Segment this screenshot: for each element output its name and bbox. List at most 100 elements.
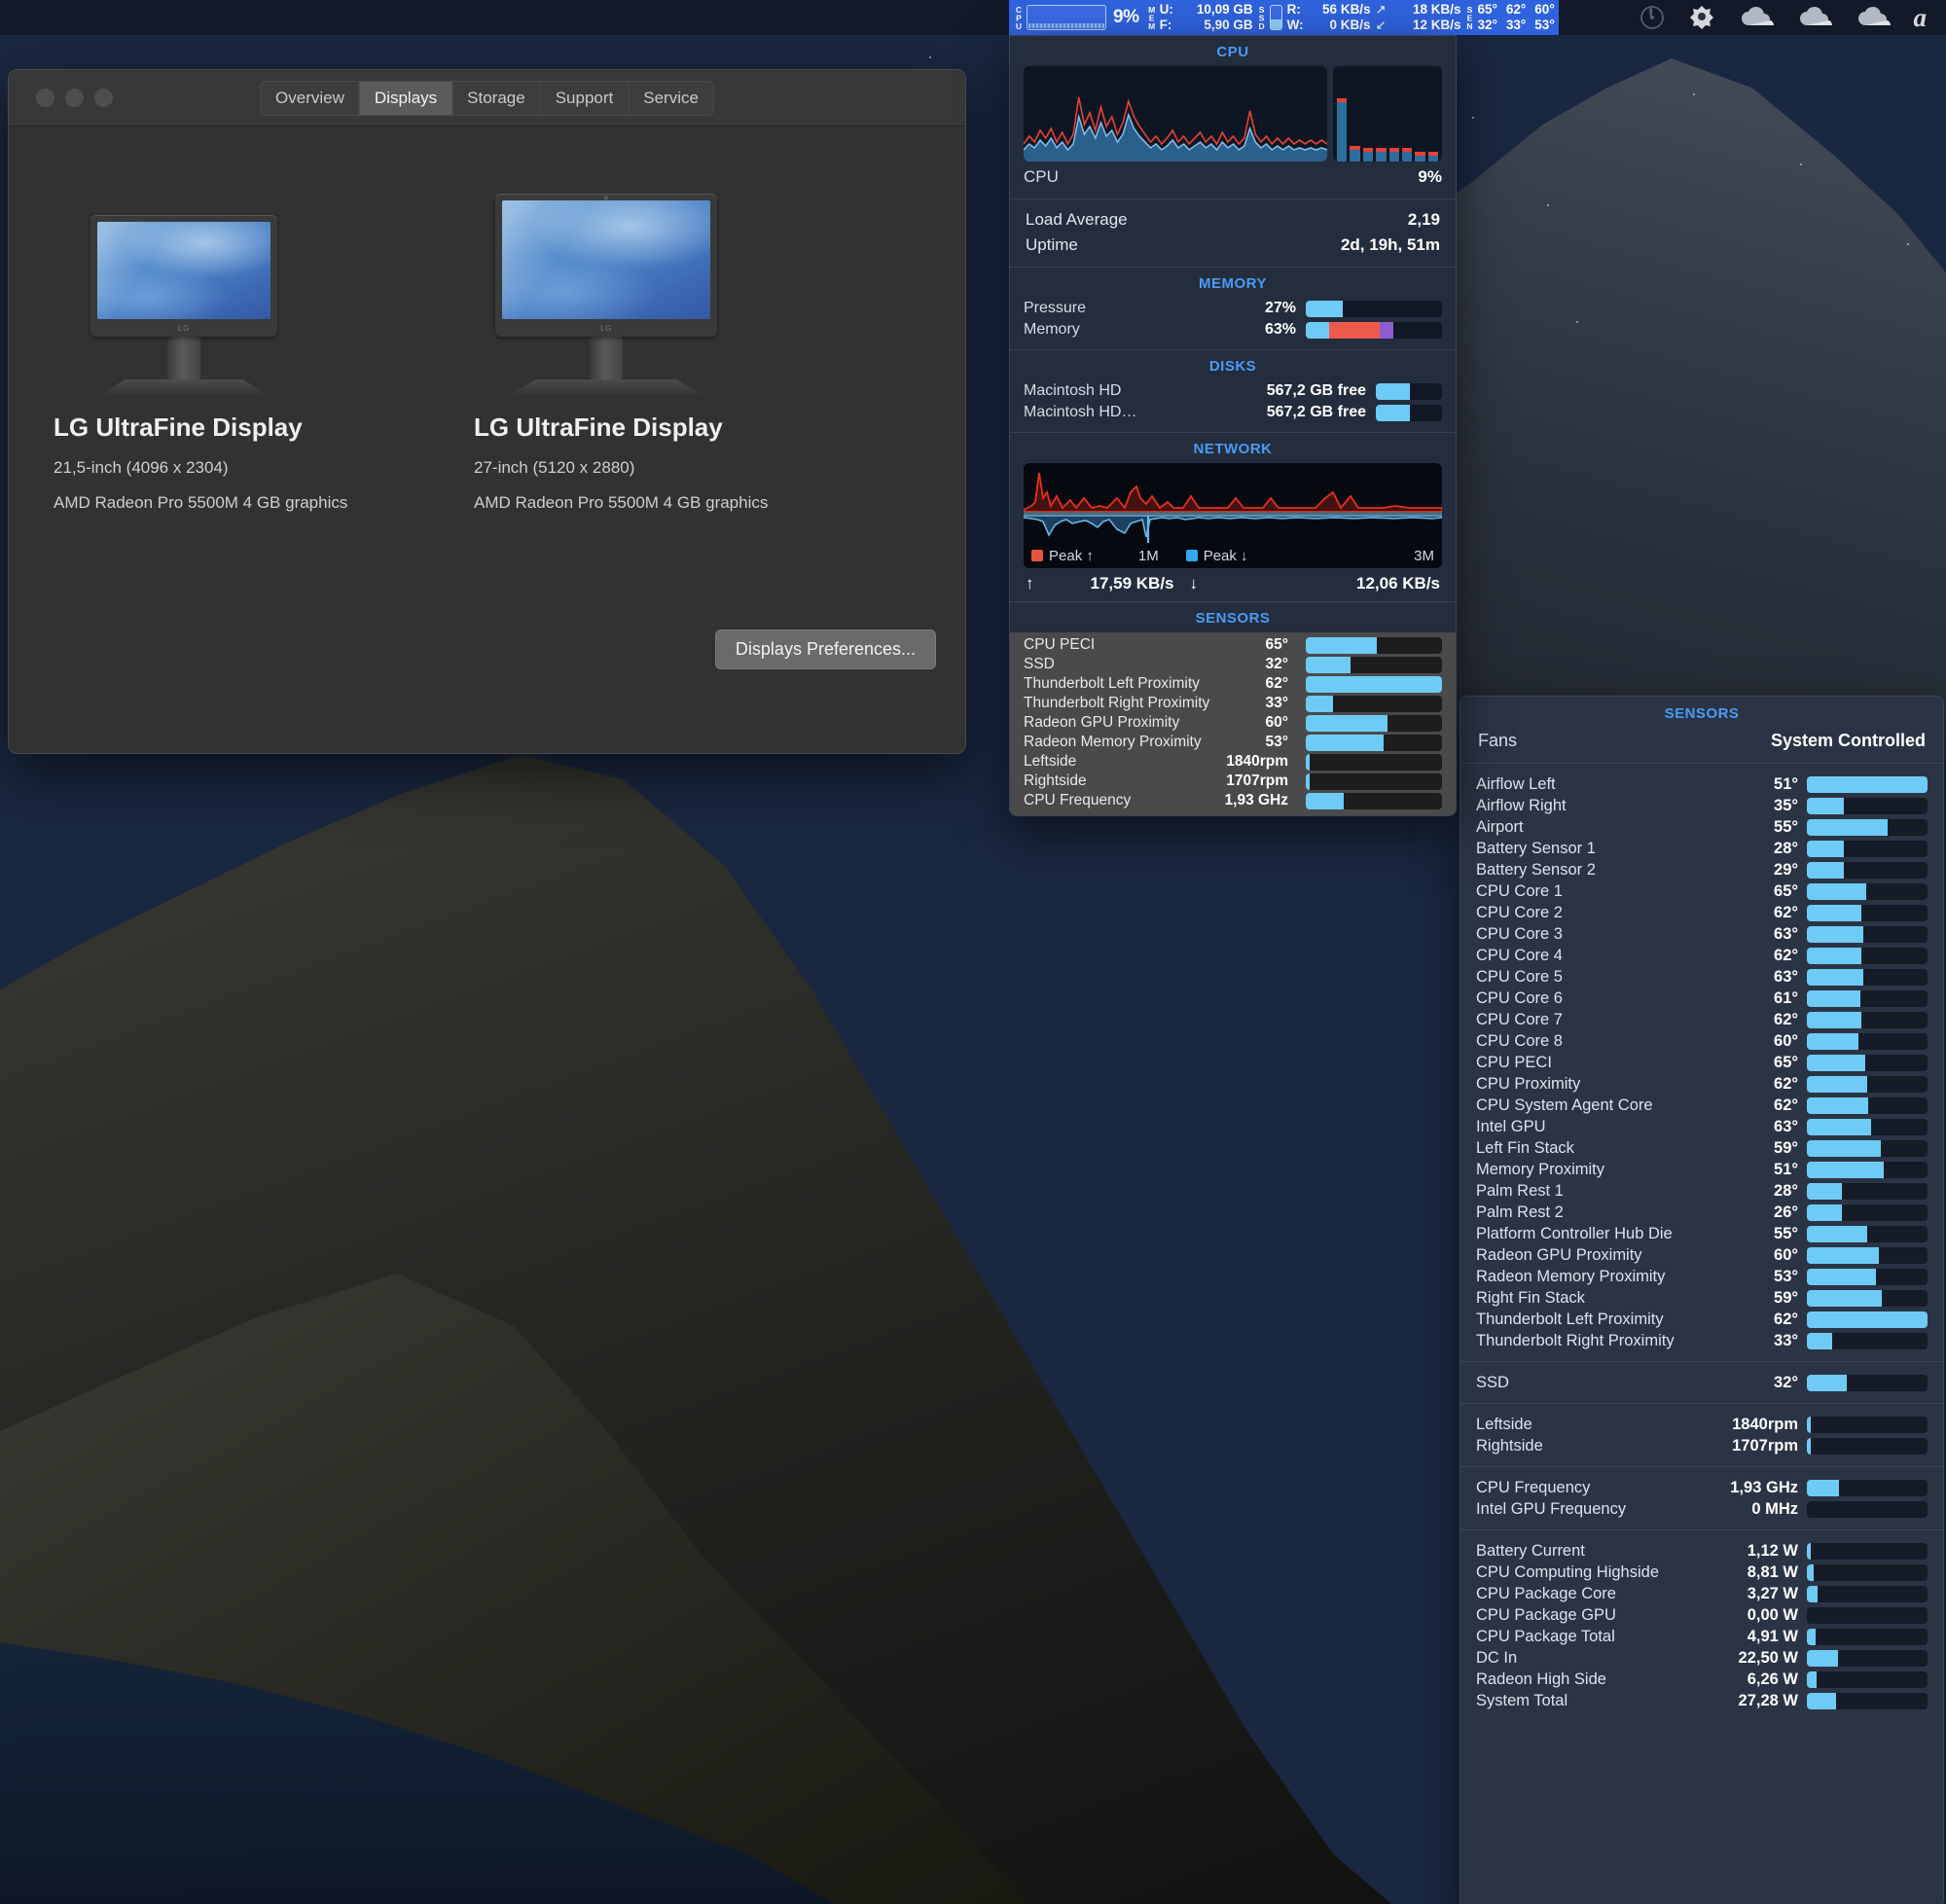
- menubar-ssd-label: SSD: [1258, 2, 1265, 33]
- ssd-read-key: R:: [1287, 2, 1303, 18]
- mem-used-key: U:: [1160, 2, 1175, 18]
- sensor-row: DC In22,50 W: [1460, 1647, 1943, 1669]
- sensor-label: CPU Core 8: [1476, 1032, 1774, 1051]
- airport-utility-icon[interactable]: [1640, 5, 1665, 30]
- network-throughput-chart: Peak ↑ 1M Peak ↓ 3M: [1024, 463, 1442, 568]
- tab-overview[interactable]: Overview: [261, 82, 360, 115]
- sensor-value: 51°: [1774, 1161, 1798, 1179]
- menubar-network-values: 18 KB/s 12 KB/s: [1396, 2, 1460, 33]
- sensor-row: CPU Proximity62°: [1460, 1073, 1943, 1095]
- sensor-label: Battery Sensor 2: [1476, 861, 1774, 880]
- displays-list: LG LG UltraFine Display 21,5-inch (4096 …: [38, 152, 936, 513]
- zoom-button[interactable]: [94, 89, 113, 107]
- sensor-label: Battery Current: [1476, 1542, 1748, 1561]
- sensor-row: Airflow Right35°: [1460, 795, 1943, 816]
- sensors-groups: Airflow Left51°Airflow Right35°Airport55…: [1460, 763, 1943, 1721]
- sensor-value: 0 MHz: [1751, 1500, 1798, 1519]
- sensor-value: 65°: [1774, 1054, 1798, 1072]
- sensor-value: 1707rpm: [1732, 1437, 1798, 1455]
- sensor-meter: [1807, 1119, 1928, 1135]
- sensor-meter: [1807, 1650, 1928, 1667]
- sensor-value: 51°: [1774, 775, 1798, 794]
- sensor-label: Radeon GPU Proximity: [1024, 714, 1266, 732]
- stats-popup-panel[interactable]: CPU: [1009, 35, 1457, 816]
- sensors-panel-title: SENSORS: [1460, 697, 1943, 727]
- sensor-label: CPU Core 6: [1476, 989, 1774, 1008]
- cloud-icon-1[interactable]: [1739, 6, 1774, 29]
- monitor-stand-base: [101, 379, 267, 395]
- sensor-meter: [1807, 1162, 1928, 1178]
- menubar-ssd-values: R:56 KB/s W:0 KB/s: [1287, 2, 1371, 33]
- sensor-value: 8,81 W: [1748, 1563, 1798, 1582]
- display-1-name: LG UltraFine Display: [54, 413, 456, 443]
- sensor-value: 63°: [1774, 925, 1798, 944]
- sensor-value: 55°: [1774, 818, 1798, 837]
- cpu-label: CPU: [1024, 167, 1059, 187]
- load-average-value: 2,19: [1408, 210, 1440, 230]
- tab-service[interactable]: Service: [629, 82, 713, 115]
- sensor-label: Palm Rest 2: [1476, 1203, 1774, 1222]
- mem-free-value: 5,90 GB: [1179, 18, 1253, 33]
- alfred-icon[interactable]: a: [1914, 5, 1928, 31]
- stats-memory-section: MEMORY Pressure 27% Memory 63%: [1010, 268, 1456, 350]
- stats-sensors-list: CPU PECI65° SSD32° Thunderbolt Left Prox…: [1010, 632, 1456, 815]
- sensor-value: 62°: [1774, 947, 1798, 965]
- sensor-row: CPU Core 165°: [1460, 880, 1943, 902]
- upload-arrow-icon: ↑: [1026, 574, 1034, 593]
- sensor-value: 35°: [1774, 797, 1798, 815]
- sensor-value: 22,50 W: [1739, 1649, 1798, 1668]
- sensor-row: Palm Rest 226°: [1460, 1202, 1943, 1223]
- display-2-graphics: AMD Radeon Pro 5500M 4 GB graphics: [474, 493, 875, 513]
- menubar-temp-1: 65°: [1477, 2, 1496, 18]
- display-1-graphics: AMD Radeon Pro 5500M 4 GB graphics: [54, 493, 456, 513]
- sensor-value: 60°: [1774, 1032, 1798, 1051]
- sensor-value: 62°: [1774, 1311, 1798, 1329]
- sensor-row: CPU Core 363°: [1460, 923, 1943, 945]
- uptime-label: Uptime: [1026, 235, 1078, 255]
- system-information-window[interactable]: Overview Displays Storage Support Servic…: [8, 69, 966, 754]
- sensor-row: Radeon GPU Proximity60°: [1460, 1244, 1943, 1266]
- minimize-button[interactable]: [65, 89, 84, 107]
- sensor-label: CPU Core 7: [1476, 1011, 1774, 1029]
- stats-cpu-section: CPU: [1010, 36, 1456, 199]
- tab-support[interactable]: Support: [541, 82, 630, 115]
- menubar-stats-widget[interactable]: CPU 9% MEM U:10,09 GB F:5,90 GB SSD R:56…: [1009, 0, 1559, 35]
- avast-icon[interactable]: [1688, 4, 1715, 31]
- displays-preferences-button[interactable]: Displays Preferences...: [715, 629, 936, 669]
- monitor-stand-neck: [167, 337, 200, 379]
- sensors-group-power: Battery Current1,12 WCPU Computing Highs…: [1460, 1529, 1943, 1721]
- sysinfo-content: LG LG UltraFine Display 21,5-inch (4096 …: [9, 126, 965, 753]
- window-traffic-lights: [9, 89, 113, 107]
- cloud-icon-3[interactable]: [1856, 6, 1891, 29]
- sensor-label: Battery Sensor 1: [1476, 840, 1774, 858]
- menubar-temp-4: 33°: [1506, 18, 1526, 33]
- sensors-panel[interactable]: SENSORS Fans System Controlled Airflow L…: [1460, 696, 1944, 1904]
- sensor-meter: [1306, 715, 1442, 732]
- cloud-icon-2[interactable]: [1797, 6, 1832, 29]
- sensor-label: CPU Core 4: [1476, 947, 1774, 965]
- cpu-section-title: CPU: [1010, 36, 1456, 66]
- sensor-meter: [1807, 948, 1928, 964]
- sensor-row: Palm Rest 128°: [1460, 1180, 1943, 1202]
- sensor-label: Right Fin Stack: [1476, 1289, 1774, 1308]
- lg-logo: LG: [600, 324, 612, 333]
- disk-2-label: Macintosh HD…: [1024, 404, 1267, 421]
- tab-storage[interactable]: Storage: [452, 82, 541, 115]
- sensors-group-fans: Leftside1840rpmRightside1707rpm: [1460, 1403, 1943, 1466]
- fans-value: System Controlled: [1771, 731, 1926, 751]
- sensor-value: 59°: [1774, 1289, 1798, 1308]
- sensor-value: 1840rpm: [1732, 1416, 1798, 1434]
- sensor-label: CPU Proximity: [1476, 1075, 1774, 1094]
- stats-disks-section: DISKS Macintosh HD 567,2 GB free Macinto…: [1010, 350, 1456, 433]
- sensor-value: 33°: [1266, 695, 1288, 712]
- lg-logo: LG: [178, 324, 190, 333]
- sysinfo-tab-bar: Overview Displays Storage Support Servic…: [260, 81, 714, 116]
- close-button[interactable]: [36, 89, 54, 107]
- sensor-meter: [1807, 1607, 1928, 1624]
- sensor-value: 1,12 W: [1748, 1542, 1798, 1561]
- sensor-row: Radeon Memory Proximity53°: [1460, 1266, 1943, 1287]
- tab-displays[interactable]: Displays: [360, 82, 452, 115]
- sensor-row: Intel GPU63°: [1460, 1116, 1943, 1137]
- sensor-row: Airport55°: [1460, 816, 1943, 838]
- sensor-value: 28°: [1774, 1182, 1798, 1201]
